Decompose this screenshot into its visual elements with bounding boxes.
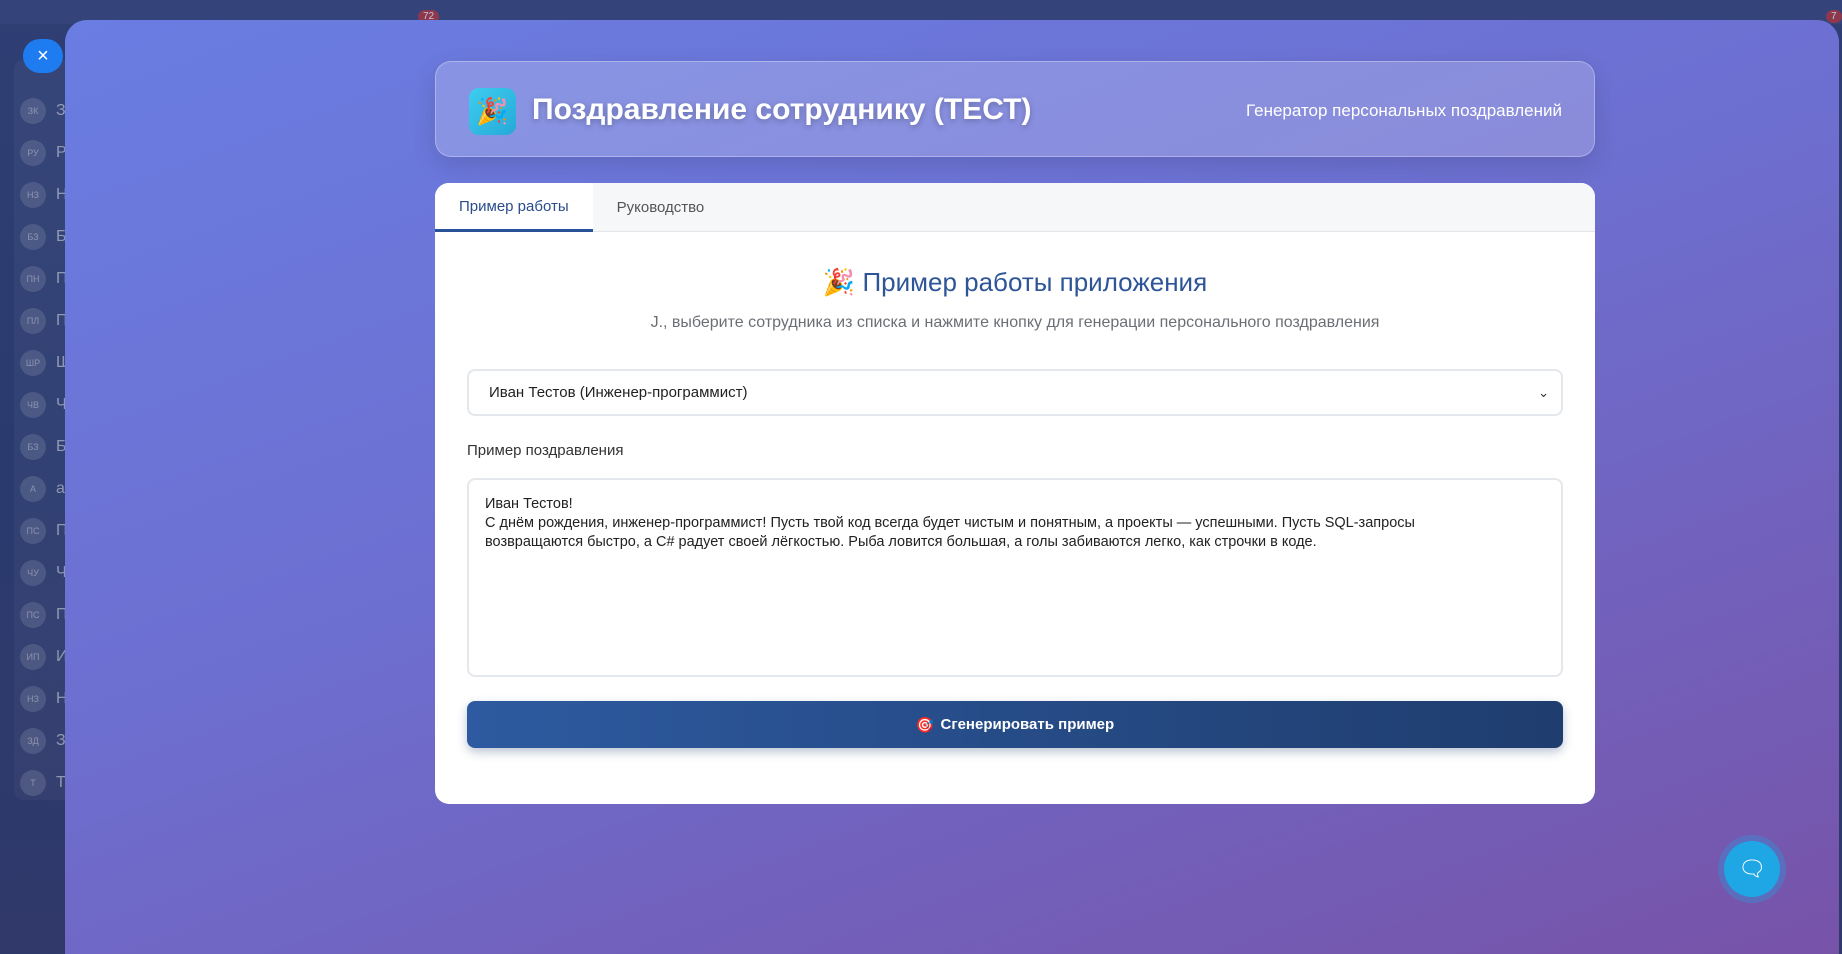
avatar: Т [20,770,46,796]
avatar: ПН [20,266,46,292]
tab-example[interactable]: Пример работы [435,183,593,232]
employee-select-value: Иван Тестов (Инженер-программист) [489,384,748,401]
close-button[interactable]: × [23,39,63,73]
target-icon: 🎯 [915,716,935,734]
avatar: НЗ [20,182,46,208]
app-slider-panel: 🎉 Поздравление сотруднику (ТЕСТ) Генерат… [65,20,1839,954]
chat-icon: 🗨 [1738,856,1766,881]
avatar: ЗК [20,98,46,124]
tab-guide[interactable]: Руководство [593,183,729,232]
tab-bar: Пример работы Руководство [435,183,1595,232]
section-heading-text: Пример работы приложения [862,267,1208,297]
employee-select[interactable]: Иван Тестов (Инженер-программист) ⌄ [467,369,1563,416]
close-icon: × [37,44,49,67]
app-subtitle: Генератор персональных поздравлений [1246,101,1562,120]
avatar: РУ [20,140,46,166]
instruction-text: J., выберите сотрудника из списка и нажм… [650,314,1380,331]
avatar: ШР [20,350,46,376]
avatar: НЗ [20,686,46,712]
generate-button[interactable]: 🎯 Сгенерировать пример [467,701,1563,748]
app-title: Поздравление сотруднику (ТЕСТ) [532,93,1032,126]
party-popper-icon: 🎉 [469,88,516,135]
avatar: ПЛ [20,308,46,334]
avatar: БЗ [20,434,46,460]
chevron-down-icon: ⌄ [1538,384,1549,400]
section-heading: 🎉 Пример работы приложения [435,267,1595,298]
avatar: ИП [20,644,46,670]
app-header: 🎉 Поздравление сотруднику (ТЕСТ) Генерат… [435,61,1595,157]
greeting-textarea[interactable]: Иван Тестов! С днём рождения, инженер-пр… [467,478,1563,677]
sidebar-item-label: а [56,480,65,497]
notification-badge: 7 [1826,10,1842,23]
chat-button[interactable]: 🗨 [1724,841,1780,897]
avatar: ПС [20,602,46,628]
party-popper-icon: 🎉 [822,267,856,297]
generate-button-label: Сгенерировать пример [940,716,1115,733]
avatar: БЗ [20,224,46,250]
avatar: ПС [20,518,46,544]
main-card: Пример работы Руководство 🎉 Пример работ… [435,183,1595,804]
avatar: ЗД [20,728,46,754]
avatar: А [20,476,46,502]
avatar: ЧУ [20,560,46,586]
textarea-label: Пример поздравления [467,442,624,459]
avatar: ЧВ [20,392,46,418]
